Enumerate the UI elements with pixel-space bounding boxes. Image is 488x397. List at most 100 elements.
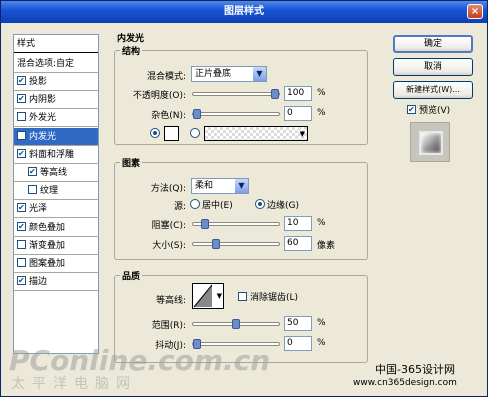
layer-style-dialog: 图层样式 × 样式 混合选项:自定 投影内阴影外发光内发光斜面和浮雕等高线纹理光… — [0, 0, 488, 397]
inner-glow-panel: 内发光 结构 混合模式: 正片叠底 ▼ 不透明度(O): 100 % 杂色(N):… — [112, 31, 370, 363]
style-item[interactable]: 内发光 — [14, 127, 98, 146]
size-slider[interactable] — [192, 239, 280, 249]
contour-curve-icon — [193, 284, 213, 308]
style-item[interactable]: 等高线 — [14, 164, 98, 182]
site-url: www.cn365design.com — [353, 378, 457, 388]
checkbox-icon — [238, 292, 247, 301]
checkbox-icon[interactable] — [28, 185, 37, 195]
style-item[interactable]: 描边 — [14, 273, 98, 292]
opacity-slider-thumb[interactable] — [271, 89, 279, 99]
style-item-label: 光泽 — [29, 204, 48, 215]
style-item-label: 内阴影 — [29, 95, 57, 106]
elements-group-title: 图素 — [120, 156, 143, 169]
style-item[interactable]: 颜色叠加 — [14, 218, 98, 237]
method-value: 柔和 — [195, 181, 214, 191]
opacity-input[interactable]: 100 — [284, 86, 312, 101]
chevron-down-icon: ▼ — [299, 130, 305, 138]
checkbox-icon[interactable] — [17, 94, 26, 104]
style-item[interactable]: 纹理 — [14, 182, 98, 201]
checkbox-icon[interactable] — [17, 112, 26, 122]
jitter-input[interactable]: 0 — [284, 336, 312, 351]
site-name: 中国-365设计网 — [375, 363, 455, 376]
blend-mode-label: 混合模式: — [146, 72, 186, 82]
panel-title: 内发光 — [115, 31, 147, 44]
radio-icon — [255, 199, 265, 209]
style-item-label: 内发光 — [29, 131, 57, 142]
preview-square — [419, 131, 443, 155]
noise-slider[interactable] — [192, 109, 280, 119]
checkbox-icon[interactable] — [28, 167, 37, 176]
dialog-title: 图层样式 — [224, 6, 264, 17]
solid-color-radio[interactable] — [150, 128, 162, 140]
style-item-label: 渐变叠加 — [29, 240, 66, 251]
choke-slider-thumb[interactable] — [200, 219, 209, 229]
size-unit: 像素 — [317, 241, 336, 251]
glow-color-swatch[interactable] — [164, 126, 179, 141]
noise-input[interactable]: 0 — [284, 106, 312, 121]
checkbox-icon[interactable] — [17, 148, 26, 158]
chevron-down-icon: ▼ — [235, 179, 248, 193]
style-item-label: 投影 — [29, 77, 48, 87]
range-unit: % — [317, 318, 326, 328]
contour-label: 等高线: — [155, 296, 186, 306]
noise-unit: % — [317, 108, 326, 118]
gradient-radio[interactable] — [190, 128, 202, 140]
source-center-label: 居中(E) — [202, 201, 233, 211]
antialias-label: 消除锯齿(L) — [250, 293, 299, 303]
opacity-slider[interactable] — [192, 89, 280, 99]
cancel-button[interactable]: 取消 — [393, 58, 473, 76]
style-item[interactable]: 内阴影 — [14, 91, 98, 110]
style-item[interactable]: 光泽 — [14, 200, 98, 219]
source-center-radio[interactable]: 居中(E) — [190, 198, 233, 211]
ok-button[interactable]: 确定 — [393, 35, 473, 53]
new-style-button[interactable]: 新建样式(W)... — [393, 81, 473, 99]
style-item[interactable]: 渐变叠加 — [14, 236, 98, 255]
noise-label: 杂色(N): — [151, 111, 186, 121]
style-item[interactable]: 斜面和浮雕 — [14, 145, 98, 164]
opacity-unit: % — [317, 88, 326, 98]
size-label: 大小(S): — [152, 241, 186, 251]
style-item[interactable]: 图案叠加 — [14, 255, 98, 273]
preview-checkbox[interactable]: 预览(V) — [407, 103, 450, 116]
checkbox-icon[interactable] — [17, 221, 26, 231]
range-slider[interactable] — [192, 319, 280, 329]
source-label: 源: — [173, 202, 186, 212]
style-item[interactable]: 投影 — [14, 73, 98, 91]
style-item[interactable]: 外发光 — [14, 109, 98, 128]
checkbox-icon[interactable] — [17, 76, 26, 85]
style-item-label: 斜面和浮雕 — [29, 149, 75, 160]
blend-mode-select[interactable]: 正片叠底 ▼ — [191, 66, 267, 82]
style-item-label: 等高线 — [40, 168, 68, 178]
antialias-checkbox[interactable]: 消除锯齿(L) — [238, 290, 298, 303]
chevron-down-icon: ▼ — [253, 67, 266, 81]
gradient-picker[interactable]: ▼ — [204, 126, 308, 141]
chevron-down-icon: ▼ — [216, 292, 222, 300]
range-input[interactable]: 50 — [284, 316, 312, 331]
range-label: 范围(R): — [151, 321, 186, 331]
watermark-subtitle: 太平洋电脑网 — [11, 376, 137, 392]
source-edge-radio[interactable]: 边缘(G) — [255, 198, 299, 211]
noise-slider-thumb[interactable] — [193, 109, 201, 119]
size-input[interactable]: 60 — [284, 236, 312, 251]
close-button[interactable]: × — [467, 4, 483, 19]
range-slider-thumb[interactable] — [232, 319, 240, 329]
method-select[interactable]: 柔和 ▼ — [191, 178, 249, 194]
checkbox-icon[interactable] — [17, 203, 26, 213]
style-item-label: 描边 — [29, 277, 48, 288]
choke-slider[interactable] — [192, 219, 280, 229]
blend-options-item[interactable]: 混合选项:自定 — [14, 55, 98, 73]
checkbox-icon[interactable] — [17, 130, 26, 140]
checkbox-icon[interactable] — [17, 258, 26, 267]
source-edge-label: 边缘(G) — [267, 201, 299, 211]
size-slider-thumb[interactable] — [211, 239, 220, 249]
style-preview-thumbnail — [410, 122, 450, 162]
checkbox-icon[interactable] — [17, 239, 26, 249]
method-label: 方法(Q): — [150, 184, 186, 194]
opacity-label: 不透明度(O): — [132, 91, 186, 101]
contour-picker[interactable]: ▼ — [192, 283, 224, 309]
checkbox-icon[interactable] — [17, 276, 26, 286]
preview-label: 预览(V) — [419, 106, 451, 116]
radio-icon — [150, 128, 160, 138]
checkbox-icon — [407, 105, 416, 114]
choke-input[interactable]: 10 — [284, 216, 312, 231]
